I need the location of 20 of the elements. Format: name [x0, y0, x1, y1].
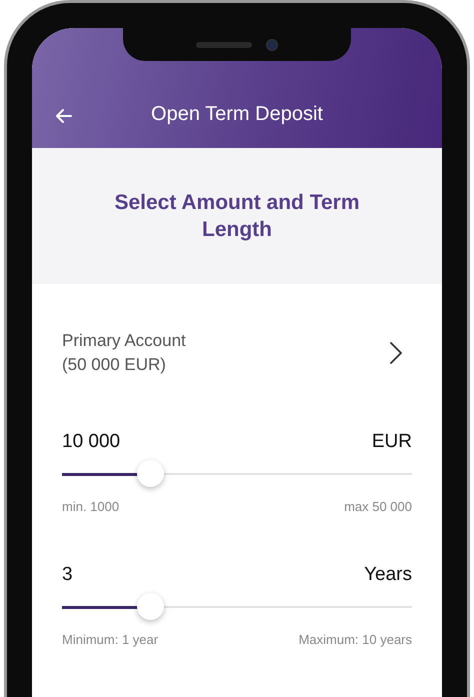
slider-value: 10 000	[62, 431, 120, 453]
slider-thumb[interactable]	[136, 593, 164, 620]
speaker-icon	[196, 42, 252, 48]
account-balance: (50 000 EUR)	[62, 355, 167, 375]
chevron-right-icon	[390, 342, 402, 364]
account-name: Primary Account	[62, 331, 186, 351]
slider-unit: Years	[364, 564, 412, 586]
back-arrow-icon	[54, 106, 74, 126]
camera-icon	[266, 38, 278, 50]
section-heading: Select Amount and Term Length	[113, 190, 361, 243]
slider-value: 3	[62, 564, 73, 586]
screen-title: Open Term Deposit	[151, 103, 323, 125]
account-selector[interactable]: Primary Account (50 000 EUR)	[62, 331, 412, 375]
slider-unit: EUR	[372, 431, 412, 453]
back-button[interactable]	[54, 106, 74, 126]
max-label: Maximum: 10 years	[298, 632, 412, 647]
min-label: Minimum: 1 year	[62, 632, 158, 647]
min-label: min. 1000	[62, 499, 120, 514]
max-label: max 50 000	[344, 499, 412, 514]
slider-thumb[interactable]	[136, 460, 164, 487]
